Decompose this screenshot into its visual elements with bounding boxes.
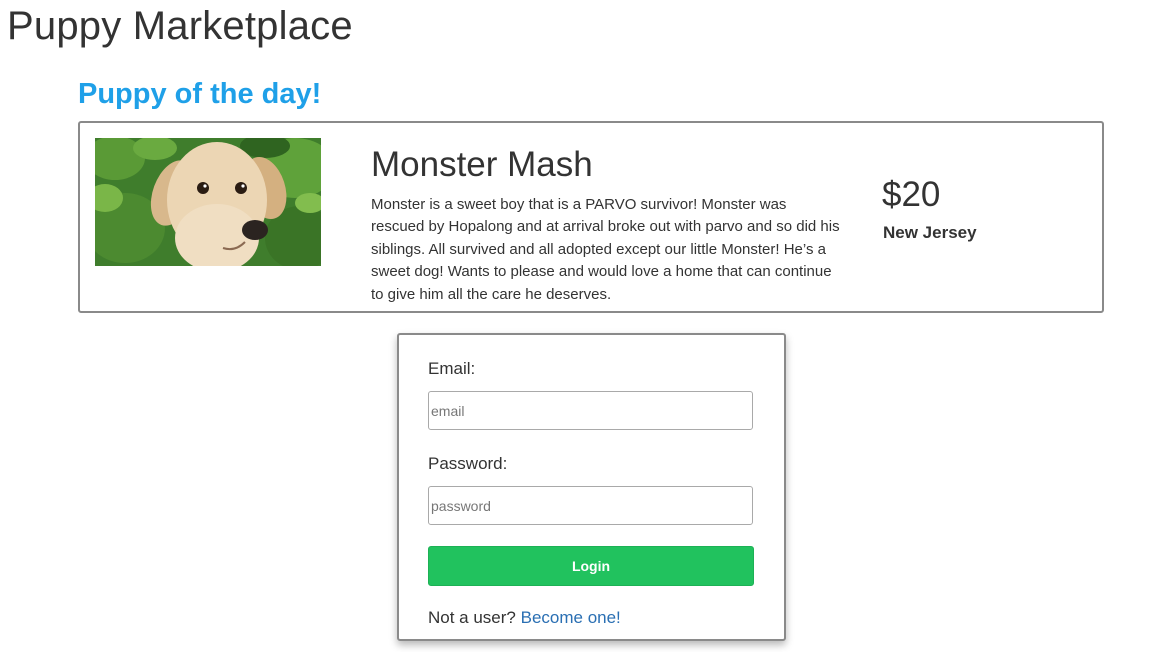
puppy-price: $20: [882, 175, 941, 214]
puppy-photo: [95, 138, 321, 266]
puppy-name: Monster Mash: [371, 145, 593, 184]
puppy-description: Monster is a sweet boy that is a PARVO s…: [371, 196, 840, 303]
signup-row: Not a user? Become one!: [428, 608, 621, 628]
puppy-image-icon: [95, 138, 321, 266]
puppy-of-the-day-card: Monster Mash Monster is a sweet boy that…: [78, 121, 1104, 313]
email-label: Email:: [428, 359, 476, 378]
page: Puppy Marketplace Puppy of the day! Mons…: [0, 0, 1157, 652]
section-title-puppy-of-the-day: Puppy of the day!: [78, 78, 322, 110]
become-one-link[interactable]: Become one!: [521, 608, 621, 627]
signup-prompt: Not a user?: [428, 608, 521, 627]
password-input[interactable]: [428, 486, 753, 525]
puppy-location: New Jersey: [883, 223, 977, 242]
login-button[interactable]: Login: [428, 546, 754, 586]
password-label: Password:: [428, 454, 508, 473]
login-form: Email: Password: Login Not a user? Becom…: [397, 333, 786, 641]
site-title: Puppy Marketplace: [7, 4, 353, 48]
email-input[interactable]: [428, 391, 753, 430]
